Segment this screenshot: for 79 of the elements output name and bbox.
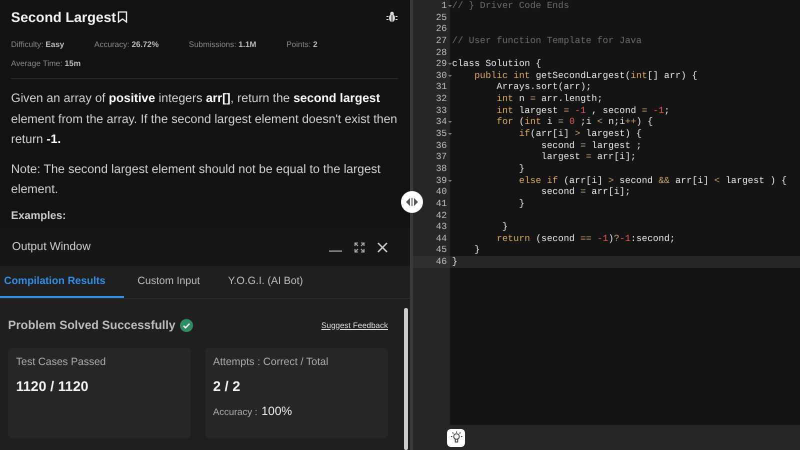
line-number: 26	[436, 23, 447, 35]
code-line: class Solution {	[452, 58, 542, 70]
code-line: int largest = -1 , second = -1;	[496, 104, 670, 116]
line-number: 36	[436, 140, 447, 152]
expand-icon[interactable]	[354, 242, 365, 252]
line-number: 25	[436, 12, 447, 24]
line-number: 39	[436, 174, 447, 186]
splitter-handle[interactable]	[401, 191, 423, 213]
line-number: 35	[436, 128, 447, 140]
status-message: Problem Solved Successfully	[8, 318, 176, 332]
section-heading: Examples:	[11, 210, 68, 222]
line-number: 37	[436, 151, 447, 163]
code-line: public int getSecondLargest(int[] arr) {	[473, 70, 698, 81]
problem-title: Second Largest	[11, 9, 116, 25]
code-line: second = largest ;	[540, 140, 642, 151]
code-line: largest = arr[i];	[540, 151, 636, 162]
line-number: 38	[436, 162, 447, 175]
code-line: else if (arr[i] > second && arr[i] < largest ) {	[518, 174, 787, 186]
card-value: 1120 / 1120	[16, 378, 90, 394]
line-number: 34	[436, 116, 447, 128]
fold-marker-icon[interactable]	[448, 74, 452, 77]
accuracy-label: Accuracy :	[213, 407, 258, 418]
fold-marker-icon[interactable]	[448, 63, 452, 66]
bookmark-icon[interactable]	[117, 11, 128, 23]
card-value: 2 / 2	[213, 378, 242, 394]
check-circle-icon	[180, 318, 194, 332]
fold-marker-icon[interactable]	[448, 133, 452, 136]
code-line: }	[452, 256, 458, 268]
line-number: 43	[436, 221, 447, 233]
code-line: int n = arr.length;	[496, 93, 603, 104]
meta-item: Submissions: 1.1M	[188, 39, 256, 51]
code-line: for (int i = 0 ;i < n;i++) {	[496, 116, 653, 128]
line-number: 30	[436, 70, 447, 82]
description-paragraph: Given an array of positive integers arr[], return the second largest element from the array. If the second largest element doesn't exist then return -1.	[11, 90, 398, 148]
card-label: Test Cases Passed	[16, 356, 107, 368]
scrollbar[interactable]	[404, 308, 408, 450]
output-window-title: Output Window	[12, 241, 91, 253]
fold-marker-icon[interactable]	[448, 180, 452, 182]
output-tab[interactable]: Compilation Results	[0, 266, 124, 298]
code-line: }	[518, 198, 525, 209]
line-number: 29	[436, 58, 447, 70]
card-label: Attempts : Correct / Total	[213, 356, 330, 368]
line-number: 41	[436, 198, 447, 210]
line-number: 33	[436, 104, 447, 116]
code-line: }	[518, 162, 525, 174]
code-line: }	[473, 244, 480, 256]
code-line: return (second == -1)?-1:second;	[496, 232, 676, 244]
code-editor[interactable]	[413, 0, 800, 425]
code-line: second = arr[i];	[540, 186, 631, 198]
code-line: // } Driver Code Ends	[452, 0, 570, 11]
line-number: 28	[436, 46, 447, 58]
line-number: 27	[436, 34, 447, 47]
code-line: }	[501, 221, 508, 232]
close-icon[interactable]	[377, 242, 388, 252]
line-number: 46	[436, 256, 447, 268]
suggest-feedback-link[interactable]: Suggest Feedback	[321, 320, 388, 330]
line-number: 31	[436, 81, 447, 94]
line-number: 32	[436, 93, 447, 105]
output-tab[interactable]: Y.O.G.I. (AI Bot)	[214, 266, 318, 298]
line-number: 42	[436, 210, 447, 222]
split-arrows-icon	[406, 198, 418, 206]
meta-item: Difficulty: Easy	[11, 39, 64, 51]
bug-icon[interactable]	[386, 11, 398, 23]
line-number: 45	[436, 244, 447, 256]
line-number: 44	[436, 232, 447, 244]
output-tab[interactable]: Custom Input	[124, 266, 214, 298]
line-number: 1	[441, 0, 447, 12]
code-line: if(arr[i] > largest) {	[518, 128, 642, 140]
code-line: // User function Template for Java	[452, 34, 642, 46]
fold-marker-icon[interactable]	[448, 5, 452, 7]
fold-marker-icon[interactable]	[448, 121, 452, 124]
code-line: Arrays.sort(arr);	[496, 81, 592, 92]
description-paragraph: Note: The second largest element should not be equal to the largest element.	[11, 160, 382, 198]
meta-item: Accuracy: 26.72%	[94, 39, 159, 51]
meta-item: Points: 2	[286, 39, 318, 51]
accuracy-value: 100%	[261, 404, 292, 418]
line-number: 40	[436, 186, 447, 198]
meta-item: Average Time: 15m	[11, 58, 81, 70]
lightbulb-icon[interactable]	[447, 428, 465, 446]
